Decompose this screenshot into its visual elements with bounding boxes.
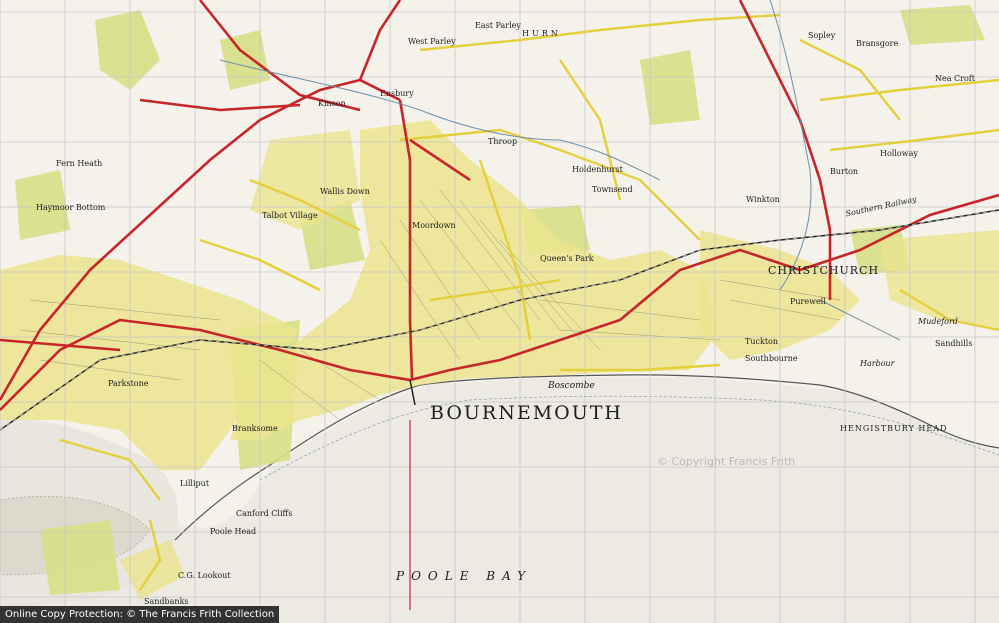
label-canford-cliffs: Canford Cliffs: [236, 509, 293, 518]
credit-bar: Online Copy Protection: © The Francis Fr…: [0, 606, 280, 623]
label-mudeford: Mudeford: [918, 317, 958, 326]
label-winkton: Winkton: [746, 195, 780, 204]
label-parkstone: Parkstone: [108, 379, 149, 388]
label-sandbanks: Sandbanks: [144, 597, 189, 606]
label-lilliput: Lilliput: [180, 479, 210, 488]
label-talbot-village: Talbot Village: [262, 211, 318, 220]
label-sandhills: Sandhills: [935, 339, 973, 348]
label-neacroft: Nea Croft: [935, 74, 975, 83]
label-hurn: HURN: [522, 29, 561, 38]
label-harbour: Harbour: [860, 359, 895, 368]
label-boscombe: Boscombe: [548, 381, 595, 391]
label-branksome: Branksome: [232, 424, 278, 433]
label-east-parley: East Parley: [475, 21, 521, 30]
label-southbourne: Southbourne: [745, 354, 798, 363]
label-wallisdown: Wallis Down: [320, 187, 370, 196]
label-ensbury: Ensbury: [380, 89, 414, 98]
label-holloway: Holloway: [880, 149, 918, 158]
label-moordown: Moordown: [412, 221, 456, 230]
label-poole-bay: POOLE BAY: [396, 569, 533, 583]
label-bransgore: Bransgore: [856, 39, 899, 48]
label-cg-lookout: C.G. Lookout: [178, 571, 231, 580]
map-canvas: [0, 0, 999, 623]
map-view[interactable]: BOURNEMOUTH CHRISTCHURCH HENGISTBURY HEA…: [0, 0, 999, 623]
label-townsend: Townsend: [592, 185, 633, 194]
label-hengistbury: HENGISTBURY HEAD: [840, 424, 948, 433]
label-purewell: Purewell: [790, 297, 826, 306]
label-west-parley: West Parley: [408, 37, 456, 46]
label-kinson: Kinson: [318, 99, 346, 108]
label-bournemouth: BOURNEMOUTH: [430, 402, 623, 424]
label-haymoor: Haymoor Bottom: [36, 203, 106, 212]
label-sopley: Sopley: [808, 31, 836, 40]
label-tuckton: Tuckton: [745, 337, 778, 346]
label-poole-head: Poole Head: [210, 527, 257, 536]
label-fernheath: Fern Heath: [56, 159, 103, 168]
label-throop: Throop: [488, 137, 518, 146]
label-queens-park: Queen's Park: [540, 254, 594, 263]
label-christchurch: CHRISTCHURCH: [768, 264, 880, 277]
watermark: © Copyright Francis Frith: [657, 455, 796, 468]
label-burton: Burton: [830, 167, 859, 176]
label-holdenhurst: Holdenhurst: [572, 165, 623, 174]
